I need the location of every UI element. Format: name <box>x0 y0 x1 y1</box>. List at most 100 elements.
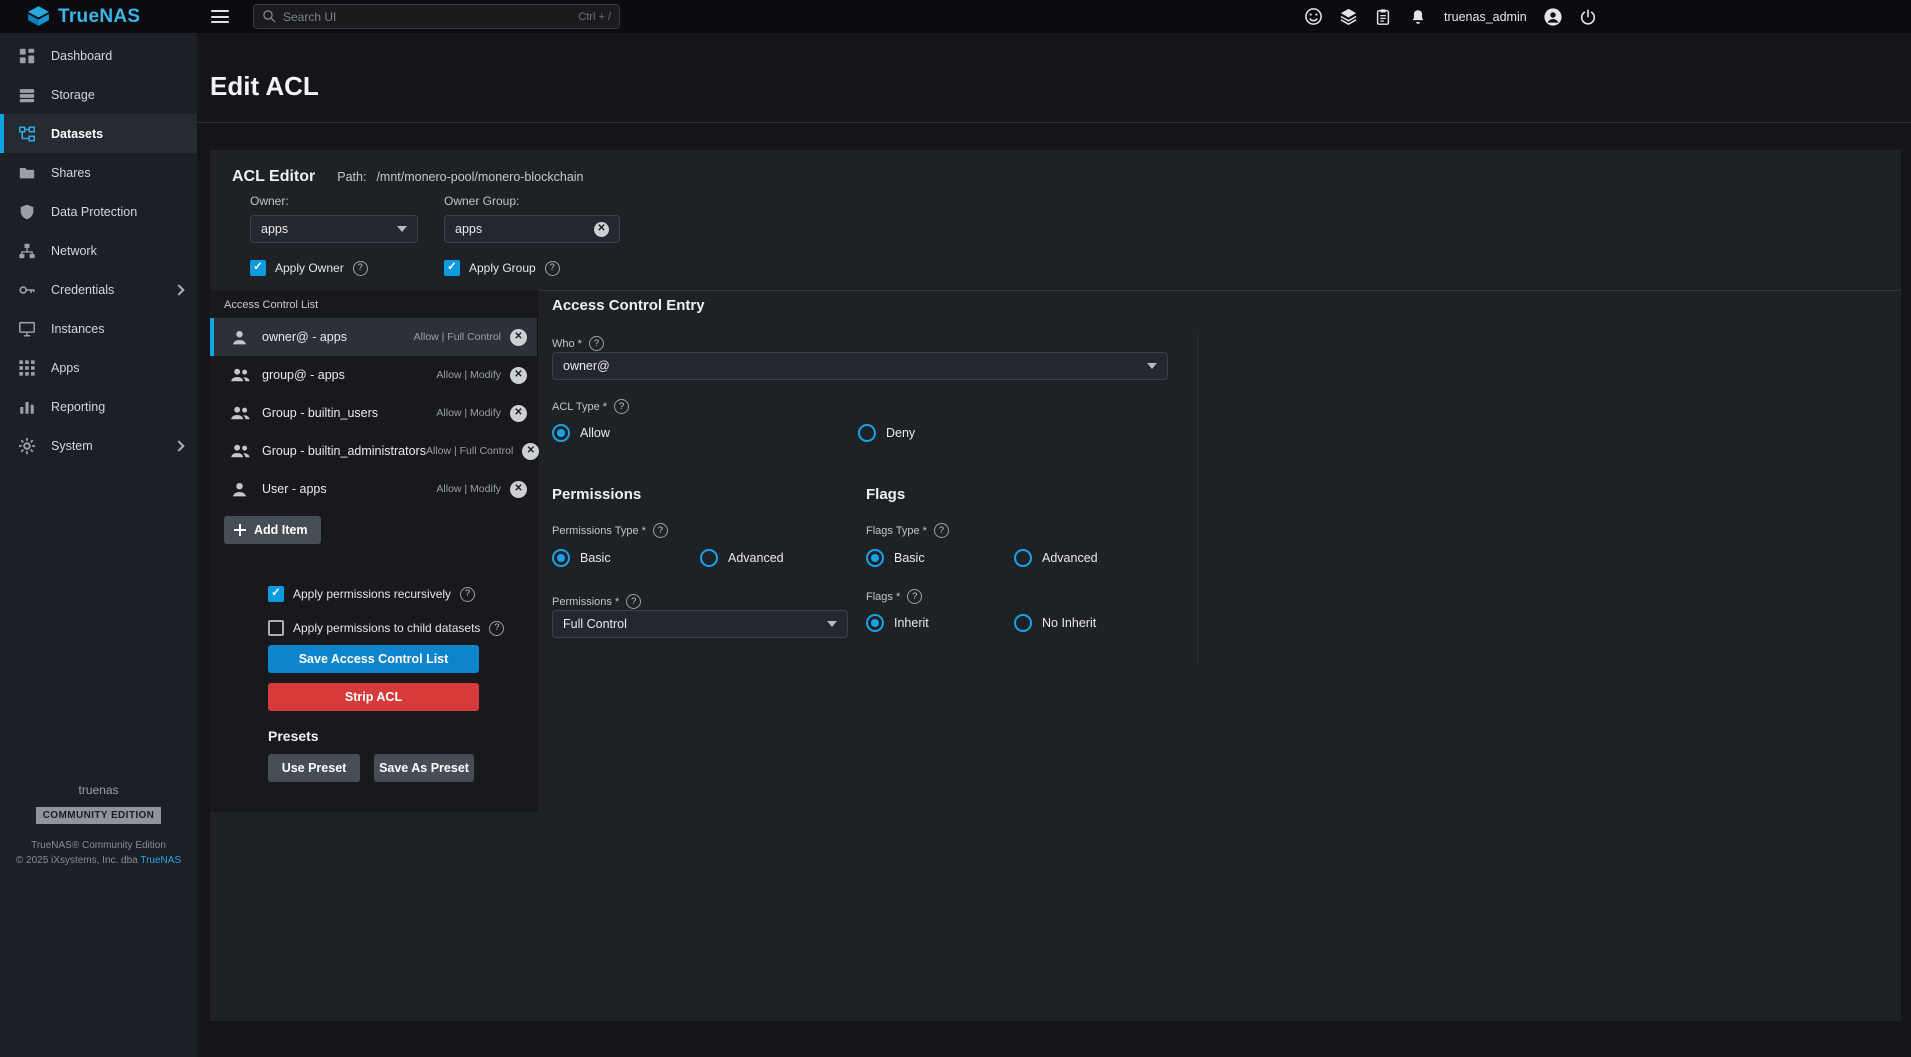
acl-entry-row[interactable]: Group - builtin_administrators Allow | F… <box>210 432 537 470</box>
help-icon[interactable] <box>907 589 922 604</box>
delete-icon[interactable] <box>510 481 527 498</box>
sidebar-item-label: Dashboard <box>51 49 112 63</box>
delete-icon[interactable] <box>510 405 527 422</box>
clear-icon[interactable] <box>594 222 609 237</box>
feedback-smiley-icon[interactable] <box>1300 4 1326 30</box>
flags-type-basic-radio[interactable]: Basic <box>866 549 925 567</box>
help-icon[interactable] <box>626 594 641 609</box>
owner-select[interactable]: apps <box>250 215 418 243</box>
header-divider <box>197 122 1911 123</box>
brand[interactable]: TrueNAS <box>26 0 140 33</box>
apply-owner-checkbox[interactable] <box>250 260 266 276</box>
save-acl-button[interactable]: Save Access Control List <box>268 645 479 673</box>
apply-group-checkbox[interactable] <box>444 260 460 276</box>
acl-entry-name: owner@ - apps <box>262 330 347 344</box>
apply-child-datasets-checkbox[interactable] <box>268 620 284 636</box>
presets-title: Presets <box>268 728 319 744</box>
global-search[interactable]: Ctrl + / <box>253 4 620 29</box>
sidebar-item-data-protection[interactable]: Data Protection <box>0 192 197 231</box>
acl-type-deny-radio[interactable]: Deny <box>858 424 915 442</box>
shield-icon <box>17 202 37 222</box>
delete-icon[interactable] <box>522 443 539 460</box>
sidebar-item-credentials[interactable]: Credentials <box>0 270 197 309</box>
menu-toggle-button[interactable] <box>211 6 235 27</box>
checklist-clipboard-icon[interactable] <box>1370 4 1396 30</box>
permissions-label: Permissions * <box>552 596 619 608</box>
owner-label: Owner: <box>250 194 418 208</box>
acl-type-label: ACL Type * <box>552 401 607 413</box>
delete-icon[interactable] <box>510 367 527 384</box>
acl-entry-row[interactable]: Group - builtin_users Allow | Modify <box>210 394 537 432</box>
edition-badge: COMMUNITY EDITION <box>36 807 162 824</box>
radio-icon <box>866 549 884 567</box>
flags-inherit-radio[interactable]: Inherit <box>866 614 929 632</box>
sidebar-item-label: Instances <box>51 322 105 336</box>
sidebar-item-label: Network <box>51 244 97 258</box>
permissions-type-basic-radio[interactable]: Basic <box>552 549 611 567</box>
folder-icon <box>17 163 37 183</box>
acl-entry-row[interactable]: User - apps Allow | Modify <box>210 470 537 508</box>
acl-type-allow-radio[interactable]: Allow <box>552 424 610 442</box>
sidebar-item-instances[interactable]: Instances <box>0 309 197 348</box>
radio-icon <box>1014 614 1032 632</box>
add-item-label: Add Item <box>254 523 307 537</box>
sidebar-item-label: Reporting <box>51 400 105 414</box>
access-control-list-panel: Access Control List owner@ - apps Allow … <box>210 290 538 812</box>
use-preset-button[interactable]: Use Preset <box>268 754 360 782</box>
apply-recursively-checkbox[interactable] <box>268 586 284 602</box>
dashboard-icon <box>17 46 37 66</box>
sidebar-item-system[interactable]: System <box>0 426 197 465</box>
form-divider <box>1197 334 1198 664</box>
power-icon[interactable] <box>1575 4 1601 30</box>
radio-icon <box>552 424 570 442</box>
help-icon[interactable] <box>353 261 368 276</box>
sidebar-item-storage[interactable]: Storage <box>0 75 197 114</box>
strip-acl-button[interactable]: Strip ACL <box>268 683 479 711</box>
radio-icon <box>552 549 570 567</box>
sidebar-item-datasets[interactable]: Datasets <box>0 114 197 153</box>
sidebar-item-network[interactable]: Network <box>0 231 197 270</box>
acl-entry-name: group@ - apps <box>262 368 345 382</box>
help-icon[interactable] <box>489 621 504 636</box>
add-item-button[interactable]: Add Item <box>224 516 321 544</box>
chevron-down-icon <box>1147 363 1157 369</box>
help-icon[interactable] <box>460 587 475 602</box>
sidebar-item-reporting[interactable]: Reporting <box>0 387 197 426</box>
help-icon[interactable] <box>589 336 604 351</box>
sidebar-item-shares[interactable]: Shares <box>0 153 197 192</box>
copyright-link[interactable]: TrueNAS <box>140 855 181 866</box>
flags-type-advanced-radio[interactable]: Advanced <box>1014 549 1098 567</box>
owner-group-input[interactable] <box>455 222 577 236</box>
sidebar-item-apps[interactable]: Apps <box>0 348 197 387</box>
save-as-preset-button[interactable]: Save As Preset <box>374 754 474 782</box>
search-shortcut-hint: Ctrl + / <box>578 11 611 23</box>
flags-label-row: Flags * <box>866 589 922 604</box>
flags-no-inherit-radio[interactable]: No Inherit <box>1014 614 1096 632</box>
jobs-layers-icon[interactable] <box>1335 4 1361 30</box>
path-label: Path: <box>337 170 366 184</box>
copyright: © 2025 iXsystems, Inc. dba TrueNAS <box>0 855 197 866</box>
alerts-bell-icon[interactable] <box>1405 4 1431 30</box>
help-icon[interactable] <box>934 523 949 538</box>
help-icon[interactable] <box>545 261 560 276</box>
permissions-select[interactable]: Full Control <box>552 610 848 638</box>
help-icon[interactable] <box>614 399 629 414</box>
storage-icon <box>17 85 37 105</box>
owner-group-field: Owner Group: Apply Group <box>444 194 620 276</box>
truenas-app: TrueNAS Ctrl + / truenas_a <box>0 0 1911 1057</box>
help-icon[interactable] <box>653 523 668 538</box>
who-select[interactable]: owner@ <box>552 352 1168 380</box>
apply-group-row: Apply Group <box>444 260 620 276</box>
user-avatar-icon[interactable] <box>1540 4 1566 30</box>
delete-icon[interactable] <box>510 329 527 346</box>
apply-recursively-label: Apply permissions recursively <box>293 587 451 601</box>
brand-name: TrueNAS <box>58 6 140 28</box>
sidebar-item-dashboard[interactable]: Dashboard <box>0 36 197 75</box>
acl-entry-row[interactable]: group@ - apps Allow | Modify <box>210 356 537 394</box>
permissions-label-row: Permissions * <box>552 594 641 609</box>
acl-entry-row[interactable]: owner@ - apps Allow | Full Control <box>210 318 537 356</box>
owner-field: Owner: apps Apply Owner <box>250 194 418 276</box>
search-input[interactable] <box>283 10 572 24</box>
permissions-type-advanced-radio[interactable]: Advanced <box>700 549 784 567</box>
permissions-type-label: Permissions Type * <box>552 525 646 537</box>
